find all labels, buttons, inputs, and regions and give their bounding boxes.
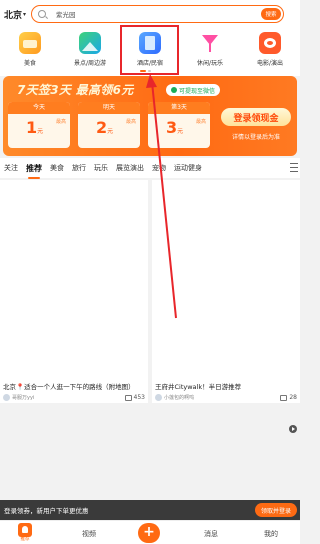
- category-label: 电影/演出: [256, 60, 284, 67]
- chevron-down-icon: ▾: [23, 10, 27, 18]
- day-amount: 2元: [96, 118, 113, 137]
- category-label: 景点/周边游: [73, 60, 107, 67]
- card-username: 小莲包的啊呜: [164, 395, 195, 401]
- category-movie[interactable]: 电影/演出: [240, 32, 300, 67]
- card-user[interactable]: 哥服万yyi: [3, 394, 34, 401]
- category-label: 休闲/玩乐: [196, 60, 224, 67]
- day-tag: 最高: [55, 119, 66, 125]
- day-amount: 3元: [166, 118, 183, 137]
- feed: 北京📍适合一个人逛一下午的路线（附地图） 哥服万yyi 453 王府井Cityw…: [0, 180, 300, 500]
- day-card[interactable]: 今天 最高 1元: [8, 102, 70, 148]
- like-count: 28: [289, 394, 297, 401]
- nav-me[interactable]: 我的: [246, 521, 296, 544]
- category-label: 美食: [23, 60, 36, 67]
- search-icon: [38, 10, 46, 18]
- scenic-icon: [79, 32, 101, 54]
- day-label: 第3天: [148, 102, 210, 114]
- card-title: 北京📍适合一个人逛一下午的路线（附地图）: [3, 383, 135, 391]
- day-tag: 最高: [125, 119, 136, 125]
- like-button[interactable]: 28: [280, 394, 297, 401]
- card-title: 王府井Citywalk！半日游推荐: [155, 383, 242, 391]
- avatar: [3, 394, 10, 401]
- signup-text: 登录领券，新用户下单更优惠: [4, 507, 89, 515]
- day-label: 明天: [78, 102, 140, 114]
- wechat-icon: [171, 87, 177, 93]
- day-label: 今天: [8, 102, 70, 114]
- tab-fun[interactable]: 玩乐: [90, 163, 112, 173]
- play-icon[interactable]: [289, 425, 297, 433]
- card-image: [152, 180, 300, 382]
- plus-button[interactable]: +: [138, 523, 160, 543]
- search-placeholder: 紫光园: [56, 11, 76, 19]
- cocktail-icon: [199, 32, 221, 54]
- bottom-nav: 推荐 视频 + 消息 我的: [0, 520, 300, 544]
- day-card[interactable]: 明天 最高 2元: [78, 102, 140, 148]
- tab-follow[interactable]: 关注: [0, 163, 22, 173]
- tab-fitness[interactable]: 运动健身: [170, 163, 206, 173]
- wechat-badge: 可提现至微信: [166, 84, 221, 96]
- movie-icon: [259, 32, 281, 54]
- day-unit: 元: [37, 128, 44, 135]
- city-label: 北京: [4, 10, 23, 21]
- highlight-box: [120, 25, 179, 75]
- city-selector[interactable]: 北京 ▾: [4, 8, 34, 21]
- promo-banner[interactable]: 7天签3天 最高领6元 可提现至微信 今天 最高 1元 明天 最高 2元 第3天…: [3, 76, 297, 156]
- day-unit: 元: [177, 128, 184, 135]
- day-card[interactable]: 第3天 最高 3元: [148, 102, 210, 148]
- signup-banner: 登录领券，新用户下单更优惠 领取并登录: [0, 500, 300, 520]
- food-icon: [19, 32, 41, 54]
- tab-menu-icon[interactable]: [290, 163, 298, 172]
- feed-tabs: 关注 推荐 美食 旅行 玩乐 展览演出 宠物 运动健身: [0, 158, 300, 179]
- claim-cash-button[interactable]: 登录领现金: [221, 108, 291, 126]
- search-button[interactable]: 搜索: [261, 8, 281, 20]
- screen: 北京 ▾ 紫光园 搜索 美食 景点/周边游 酒店/民宿 休闲/玩乐 电影/演出: [0, 0, 300, 544]
- tab-pets[interactable]: 宠物: [148, 163, 170, 173]
- avatar: [155, 394, 162, 401]
- claim-note: 详情以登录后为准: [231, 134, 280, 141]
- feed-card[interactable]: 王府井Citywalk！半日游推荐 小莲包的啊呜 28: [152, 180, 300, 403]
- nav-home-label: 推荐: [20, 537, 30, 542]
- tab-recommend[interactable]: 推荐: [22, 163, 46, 179]
- home-logo-icon: [18, 523, 32, 537]
- nav-messages-label: 消息: [204, 530, 218, 538]
- like-button[interactable]: 453: [124, 394, 145, 401]
- like-count: 453: [133, 394, 145, 401]
- category-leisure[interactable]: 休闲/玩乐: [180, 32, 240, 67]
- feed-card[interactable]: 北京📍适合一个人逛一下午的路线（附地图） 哥服万yyi 453: [0, 180, 148, 403]
- tab-travel[interactable]: 旅行: [68, 163, 90, 173]
- card-username: 哥服万yyi: [12, 395, 35, 401]
- day-unit: 元: [107, 128, 114, 135]
- thumbs-up-icon: [124, 394, 132, 401]
- nav-messages[interactable]: 消息: [186, 521, 236, 544]
- card-image: [0, 180, 148, 382]
- promo-headline: 7天签3天 最高领6元: [17, 83, 134, 97]
- day-amount-value: 2: [96, 118, 108, 137]
- top-bar: 北京 ▾ 紫光园 搜索: [0, 0, 300, 28]
- nav-video[interactable]: 视频: [64, 521, 114, 544]
- nav-me-label: 我的: [264, 530, 278, 538]
- day-amount-value: 1: [26, 118, 38, 137]
- card-user[interactable]: 小莲包的啊呜: [155, 394, 194, 401]
- thumbs-up-icon: [280, 394, 288, 401]
- signup-button[interactable]: 领取并登录: [254, 503, 297, 517]
- tab-shows[interactable]: 展览演出: [112, 163, 148, 173]
- search-input[interactable]: 紫光园 搜索: [31, 5, 284, 23]
- category-food[interactable]: 美食: [0, 32, 60, 67]
- tab-food[interactable]: 美食: [46, 163, 68, 173]
- day-amount-value: 3: [166, 118, 178, 137]
- nav-video-label: 视频: [82, 530, 96, 538]
- day-tag: 最高: [195, 119, 206, 125]
- category-scenic[interactable]: 景点/周边游: [60, 32, 120, 67]
- card-meta: 哥服万yyi 453: [0, 392, 148, 403]
- nav-home[interactable]: 推荐: [0, 521, 50, 544]
- wechat-note: 可提现至微信: [179, 87, 216, 95]
- card-meta: 小莲包的啊呜 28: [152, 392, 300, 403]
- day-amount: 1元: [26, 118, 43, 137]
